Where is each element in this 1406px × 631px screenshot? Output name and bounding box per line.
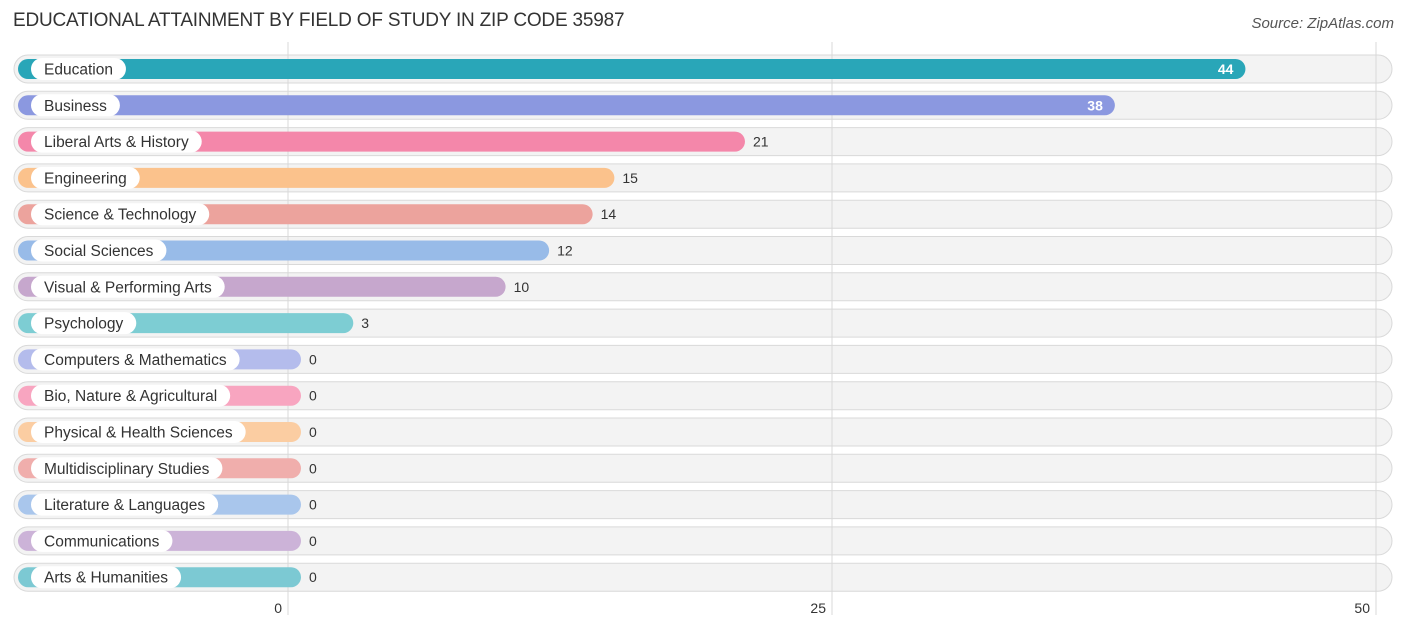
value-label: 0 [309, 533, 317, 549]
value-label: 0 [309, 388, 317, 404]
category-label: Arts & Humanities [44, 570, 168, 587]
value-label: 12 [557, 243, 573, 259]
bar-group: Engineering 15 [18, 166, 638, 189]
bar-group: Visual & Performing Arts 10 [18, 275, 530, 298]
category-label: Education [44, 62, 113, 79]
category-label: Communications [44, 533, 160, 550]
bar [18, 59, 1246, 79]
x-tick-label: 0 [274, 600, 282, 616]
value-label: 15 [622, 170, 638, 186]
x-tick-label: 50 [1354, 600, 1370, 616]
bar-group: Multidisciplinary Studies 0 [18, 457, 317, 480]
category-label: Visual & Performing Arts [44, 279, 212, 296]
bar-group: Liberal Arts & History 21 [18, 130, 769, 153]
x-tick-label: 25 [810, 600, 826, 616]
bar-group: Arts & Humanities 0 [18, 566, 317, 589]
value-label: 0 [309, 460, 317, 476]
value-label: 21 [753, 134, 769, 150]
category-label: Bio, Nature & Agricultural [44, 388, 217, 405]
category-label: Science & Technology [44, 207, 196, 224]
category-label: Social Sciences [44, 243, 154, 260]
category-label: Literature & Languages [44, 497, 205, 514]
category-label: Computers & Mathematics [44, 352, 227, 369]
category-label: Engineering [44, 170, 127, 187]
bar-group: Business 38 [18, 94, 1115, 117]
bar-chart: Education 44 Business 38 Liberal Arts & Hist… [13, 42, 1393, 616]
category-label: Physical & Health Sciences [44, 425, 233, 442]
value-label: 0 [309, 569, 317, 585]
x-axis-ticks: 0 25 50 [274, 600, 1370, 616]
category-label: Business [44, 98, 107, 115]
bar-group: Science & Technology 14 [18, 203, 617, 226]
bar-group: Education 44 [18, 58, 1246, 80]
category-label: Multidisciplinary Studies [44, 461, 210, 478]
bar-group: Computers & Mathematics 0 [18, 348, 317, 371]
value-label: 0 [309, 351, 317, 367]
bar-group: Social Sciences 12 [18, 239, 573, 262]
value-label: 44 [1218, 61, 1234, 77]
bar-group: Physical & Health Sciences 0 [18, 421, 317, 443]
value-label: 10 [514, 279, 530, 295]
bar-group: Communications 0 [18, 529, 317, 552]
value-label: 38 [1087, 97, 1103, 113]
value-label: 0 [309, 497, 317, 513]
bar [18, 95, 1115, 116]
value-label: 3 [361, 315, 369, 331]
value-label: 14 [601, 206, 617, 222]
value-label: 0 [309, 424, 317, 440]
bar-group: Psychology 3 [18, 312, 369, 335]
category-label: Psychology [44, 316, 124, 333]
category-label: Liberal Arts & History [44, 134, 189, 151]
bar-group: Literature & Languages 0 [18, 493, 317, 516]
bar-group: Bio, Nature & Agricultural 0 [18, 384, 317, 407]
